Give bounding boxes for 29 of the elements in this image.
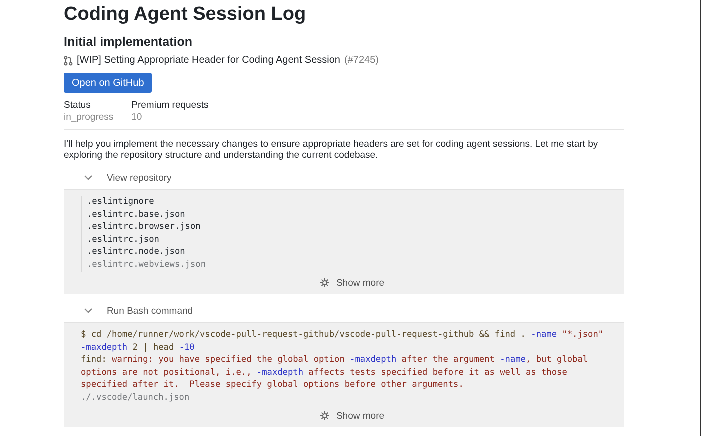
section-heading: Initial implementation (64, 35, 194, 50)
stat-label: Status (64, 100, 92, 112)
show-more-button[interactable]: Show more (81, 409, 624, 423)
step-header[interactable]: Run Bash command (64, 304, 624, 318)
stat-value: in_progress (64, 112, 114, 124)
show-more-button[interactable]: Show more (81, 276, 624, 290)
code-line: -maxdepth 2 | head -10 (81, 342, 196, 354)
pull-request-icon (64, 56, 73, 66)
code-line: .eslintrc.browser.json (87, 221, 202, 234)
code-line: .eslintrc.base.json (87, 208, 186, 222)
sparkle-icon (320, 278, 330, 288)
sparkle-icon (320, 411, 330, 421)
code-line: specified after it. Please specify global options before other arguments. (81, 379, 465, 392)
stat-label: Premium requests (132, 100, 209, 112)
pull-request-number: (#7245) (344, 54, 379, 67)
step-header[interactable]: View repository (64, 171, 624, 185)
agent-message: I'll help you implement the necessary changes to ensure appropriate headers are set for coding agent sessions. Let me start by exploring the repository structure and understanding the current codebase. (64, 139, 600, 161)
code-line: .eslintrc.webviews.json (87, 258, 207, 272)
code-line: ./.vscode/launch.json (81, 392, 191, 405)
open-on-github-button[interactable]: Open on GitHub (64, 73, 152, 93)
page-title: Coding Agent Session Log (64, 4, 308, 26)
code-line: .eslintignore (87, 196, 156, 209)
stat-value: 10 (132, 112, 144, 124)
code-line: options are not positional, i.e., -maxdepth affects tests specified before it as well as those (81, 366, 568, 380)
code-line: $ cd /home/runner/work/vscode-pull-request-github/vscode-pull-request-github && find . -name "*.json" (81, 329, 605, 342)
code-line: find: warning: you have specified the global option -maxdepth after the argument -name, but global (81, 354, 590, 367)
code-line: .eslintrc.node.json (87, 246, 186, 259)
pull-request-title[interactable]: [WIP] Setting Appropriate Header for Coding Agent Session (77, 54, 340, 67)
code-line: .eslintrc.json (87, 234, 160, 246)
